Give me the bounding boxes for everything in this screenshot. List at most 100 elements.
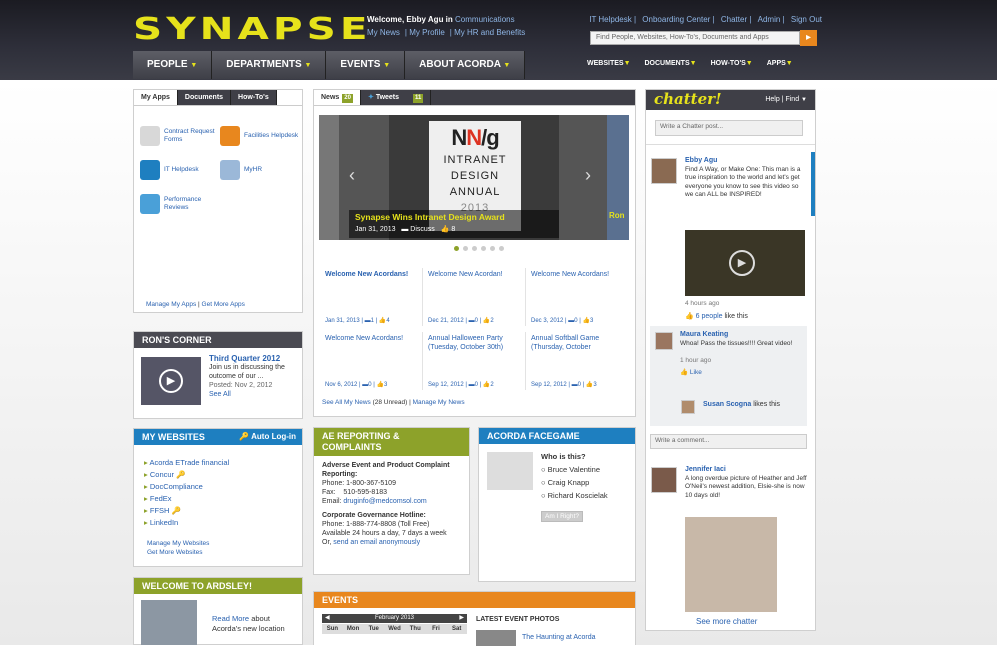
sign-out-link[interactable]: Sign Out [791,15,822,24]
my-news-link[interactable]: My News [367,28,400,37]
search-input[interactable]: Find People, Websites, How-To's, Documen… [590,31,800,45]
avatar[interactable] [655,332,673,350]
news-item[interactable]: Welcome New Acordans! Nov 6, 2012 | ▬0 | … [320,332,423,390]
chatter-video[interactable]: ▶ [685,230,805,296]
website-item[interactable]: ▸ FedEx [144,493,229,505]
carousel-next-icon[interactable]: › [585,165,591,186]
websites-title: MY WEBSITES [142,432,205,442]
news-item[interactable]: Annual Halloween Party (Tuesday, October… [423,332,526,390]
carousel-dot[interactable] [490,246,495,251]
avatar[interactable] [651,158,677,184]
nav-people[interactable]: PEOPLE ▼ [133,51,213,79]
app-myhr[interactable]: MyHR [220,160,300,180]
subnav-howtos[interactable]: HOW-TO'S▼ [711,60,753,67]
am-i-right-button[interactable]: Am I Right? [541,511,583,522]
nav-departments[interactable]: DEPARTMENTS ▼ [212,51,327,79]
radio-icon[interactable]: ○ [541,465,546,474]
tab-my-apps[interactable]: My Apps [134,90,178,105]
comment-like[interactable]: 👍 Like [680,369,804,378]
my-hr-link[interactable]: My HR and Benefits [454,28,525,37]
slide-caption[interactable]: Synapse Wins Intranet Design Award Jan 3… [349,210,559,238]
facegame-option[interactable]: ○ Bruce Valentine [541,463,608,476]
it-helpdesk-link[interactable]: IT Helpdesk [589,15,632,24]
comment-author[interactable]: Maura Keating [680,331,804,340]
app-it-helpdesk[interactable]: IT Helpdesk [140,160,216,180]
carousel-dot[interactable] [481,246,486,251]
carousel-dot[interactable] [472,246,477,251]
department-link[interactable]: Communications [455,15,515,24]
calendar-next-icon[interactable]: ▶ [459,614,464,623]
my-profile-link[interactable]: My Profile [409,28,445,37]
post-title[interactable]: Third Quarter 2012 [209,354,299,363]
baby-photo[interactable] [685,517,777,612]
read-more-link[interactable]: Read More [212,614,249,623]
facegame-option[interactable]: ○ Craig Knapp [541,476,608,489]
news-item[interactable]: Welcome New Acordans! Jan 31, 2013 | ▬1 |… [320,268,423,326]
event-photo[interactable] [476,630,516,646]
find-link[interactable]: Find [785,96,799,103]
liker-link[interactable]: Susan Scogna [703,401,751,408]
news-item[interactable]: Welcome New Acordan! Dec 21, 2012 | ▬0 | … [423,268,526,326]
avatar[interactable] [651,467,677,493]
see-all-news-link[interactable]: See All My News [322,399,371,406]
admin-link[interactable]: Admin [758,15,781,24]
nav-about[interactable]: ABOUT ACORDA ▼ [405,51,526,79]
comment-input[interactable]: Write a comment... [650,434,807,449]
manage-news-link[interactable]: Manage My News [413,399,465,406]
news-title: Welcome New Acordans! [531,271,610,278]
website-item[interactable]: ▸ LinkedIn [144,517,229,529]
tab-news[interactable]: News 20 [314,90,361,105]
anonymous-email-link[interactable]: send an email anonymously [333,539,420,546]
news-item[interactable]: Welcome New Acordans! Dec 3, 2012 | ▬0 | … [526,268,629,326]
app-performance-reviews[interactable]: Performance Reviews [140,194,216,214]
news-meta: Nov 6, 2012 | ▬0 | 👍3 [325,382,388,388]
discuss-link[interactable]: Discuss [410,226,435,233]
avatar[interactable] [681,400,695,414]
calendar-prev-icon[interactable]: ◀ [325,614,330,623]
likers-link[interactable]: 6 people [696,313,723,320]
scrollbar-thumb[interactable] [811,152,815,216]
app-facilities-helpdesk[interactable]: Facilities Helpdesk [220,126,300,146]
email-link[interactable]: druginfo@medcomsol.com [343,498,426,505]
radio-icon[interactable]: ○ [541,478,546,487]
news-carousel[interactable]: NN/g INTRANET DESIGN ANNUAL 2013 Synapse… [319,115,629,240]
video-thumbnail[interactable]: ▶ [141,357,201,405]
see-all-link[interactable]: See All [209,390,299,399]
tab-tweets[interactable]: ✦ Tweets 11 [360,90,432,105]
see-more-chatter-link[interactable]: See more chatter [696,617,757,626]
carousel-dot[interactable] [463,246,468,251]
chatter-post-input[interactable]: Write a Chatter post... [655,120,803,136]
subnav-websites[interactable]: WEBSITES▼ [587,60,631,67]
auto-login-link[interactable]: 🔑 Auto Log-in [239,429,296,445]
carousel-dot[interactable] [454,246,459,251]
nav-events[interactable]: EVENTS ▼ [326,51,406,79]
more-apps-link[interactable]: Get More Apps [202,301,245,308]
subnav-apps[interactable]: APPS▼ [767,60,793,67]
synapse-logo[interactable]: SYNAPSE [133,12,372,47]
facegame-option[interactable]: ○ Richard Koscielak [541,489,608,502]
post-author[interactable]: Jennifer Iaci [685,466,807,475]
tab-howtos[interactable]: How-To's [231,90,277,105]
search-button[interactable]: ▸ [800,30,817,46]
news-item[interactable]: Annual Softball Game (Thursday, October S… [526,332,629,390]
carousel-dot[interactable] [499,246,504,251]
subnav-documents[interactable]: DOCUMENTS▼ [645,60,697,67]
help-link[interactable]: Help [765,96,779,103]
post-author[interactable]: Ebby Agu [685,157,807,166]
chatter-link[interactable]: Chatter [721,15,747,24]
website-item[interactable]: ▸ FFSH 🔑 [144,505,229,517]
radio-icon[interactable]: ○ [541,491,546,500]
tab-documents[interactable]: Documents [177,90,232,105]
event-photo-caption[interactable]: The Haunting at Acorda [522,634,596,641]
website-item[interactable]: ▸ DocCompliance [144,481,229,493]
like-link[interactable]: Like [690,369,702,376]
website-item[interactable]: ▸ Acorda ETrade financial [144,457,229,469]
manage-websites-link[interactable]: Manage My Websites [147,539,209,548]
manage-apps-link[interactable]: Manage My Apps [146,301,196,308]
website-label: Acorda ETrade financial [149,458,230,467]
onboarding-link[interactable]: Onboarding Center [642,15,710,24]
more-websites-link[interactable]: Get More Websites [147,548,209,557]
carousel-prev-icon[interactable]: ‹ [349,165,355,186]
website-item[interactable]: ▸ Concur 🔑 [144,469,229,481]
app-contract-request[interactable]: Contract Request Forms [140,126,216,146]
